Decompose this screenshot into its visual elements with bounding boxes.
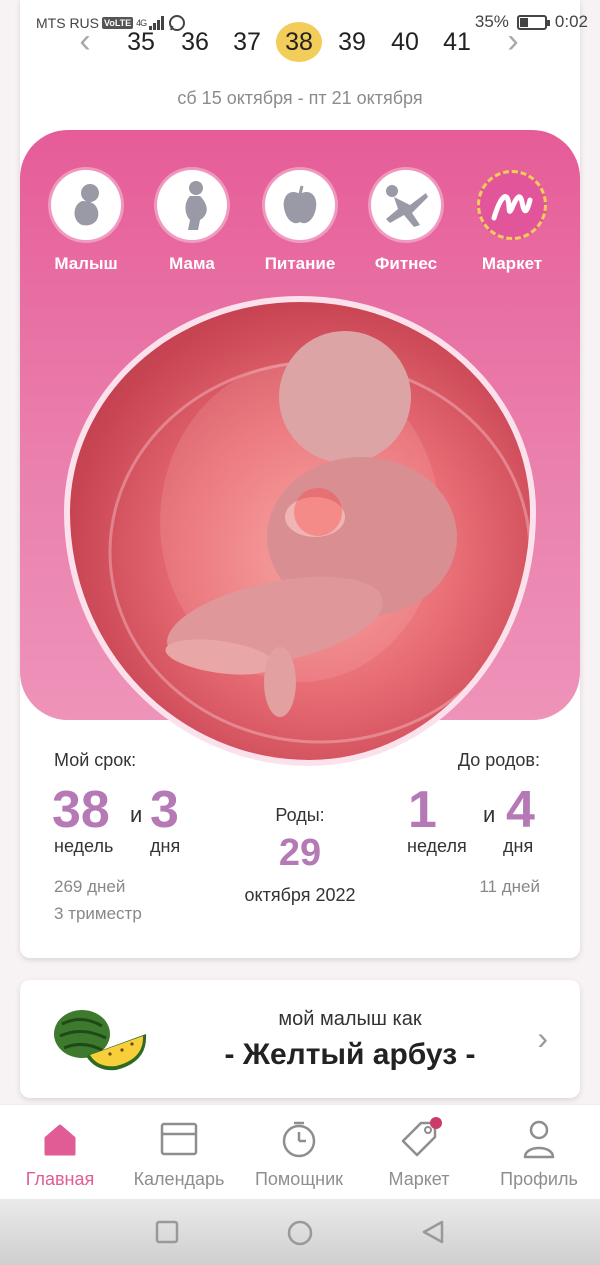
person-icon bbox=[523, 1120, 555, 1159]
tab-label: Главная bbox=[25, 1169, 95, 1189]
network-type: 4G bbox=[136, 18, 147, 28]
clock: 0:02 bbox=[554, 12, 588, 31]
tab-label: Маркет bbox=[388, 1169, 450, 1189]
weeks-unit: недель bbox=[54, 836, 114, 856]
whatsapp-icon bbox=[169, 15, 186, 31]
calendar-icon bbox=[160, 1122, 198, 1156]
fetus-drawing bbox=[108, 331, 530, 744]
left-weeks-value: 1 bbox=[408, 781, 437, 839]
births-month-year: октября 2022 bbox=[244, 885, 356, 905]
tab-icon-wrap bbox=[359, 1117, 479, 1159]
births-day: 29 bbox=[278, 832, 322, 874]
left-days-value: 4 bbox=[506, 781, 535, 839]
battery-icon bbox=[516, 14, 550, 30]
category-circle bbox=[265, 170, 335, 240]
apple-icon bbox=[283, 185, 317, 224]
bottom-navigation: Главная Календарь Помощник Маркет Профил… bbox=[0, 1104, 600, 1199]
tab-calendar[interactable]: Календарь bbox=[119, 1119, 239, 1190]
baby-compare-prefix: мой малыш как bbox=[278, 1008, 422, 1030]
category-label: Питание bbox=[264, 254, 336, 273]
category-label: Фитнес bbox=[374, 254, 438, 273]
tab-profile[interactable]: Профиль bbox=[479, 1119, 599, 1190]
pregnancy-card: ‹ 35 36 37 38 39 40 41 › сб 15 октября -… bbox=[20, 0, 580, 958]
category-market[interactable]: Маркет bbox=[462, 170, 562, 274]
births-label: Роды: bbox=[275, 805, 325, 825]
category-nutrition[interactable]: Питание bbox=[250, 170, 350, 274]
category-circle bbox=[371, 170, 441, 240]
total-days: 269 дней bbox=[54, 877, 126, 896]
home-button-icon[interactable] bbox=[286, 1219, 314, 1247]
baby-icon bbox=[74, 184, 99, 226]
tab-icon-wrap bbox=[119, 1119, 239, 1159]
status-bar: MTS RUS VoLTE 4G 35% 0:02 bbox=[0, 0, 600, 44]
tab-market[interactable]: Маркет bbox=[359, 1117, 479, 1190]
volte-badge: VoLTE bbox=[102, 17, 134, 29]
tab-label: Помощник bbox=[254, 1169, 343, 1189]
trimester: 3 триместр bbox=[54, 904, 142, 923]
timer-icon bbox=[282, 1121, 316, 1158]
baby-size-card[interactable]: мой малыш как - Желтый арбуз - › bbox=[20, 980, 580, 1098]
my-term-label: Мой срок: bbox=[54, 750, 137, 770]
system-navigation-bar bbox=[0, 1199, 600, 1265]
tab-icon-wrap bbox=[479, 1119, 599, 1159]
left-total-days: 11 дней bbox=[479, 877, 540, 896]
category-fitness[interactable]: Фитнес bbox=[356, 170, 456, 274]
and-label: и bbox=[130, 802, 143, 827]
battery-fill bbox=[519, 17, 528, 27]
chevron-right-icon: › bbox=[537, 1020, 548, 1056]
and-label: и bbox=[483, 802, 496, 827]
recent-apps-icon[interactable] bbox=[154, 1219, 180, 1245]
notification-dot bbox=[430, 1117, 442, 1129]
tab-icon-wrap bbox=[239, 1119, 359, 1159]
back-button-icon[interactable] bbox=[420, 1219, 446, 1245]
week-date-range: сб 15 октября - пт 21 октября bbox=[177, 88, 423, 108]
category-circle bbox=[477, 170, 547, 240]
left-weeks-unit: неделя bbox=[407, 836, 467, 856]
tab-home[interactable]: Главная bbox=[0, 1119, 120, 1190]
category-label: Малыш bbox=[54, 254, 118, 273]
tab-label: Календарь bbox=[133, 1169, 225, 1189]
category-label: Маркет bbox=[481, 254, 543, 273]
status-left: MTS RUS VoLTE 4G bbox=[36, 14, 186, 32]
until-birth-label: До родов: bbox=[457, 750, 540, 770]
home-icon bbox=[44, 1124, 76, 1156]
battery-percent: 35% bbox=[474, 12, 509, 31]
category-baby[interactable]: Малыш bbox=[36, 170, 136, 274]
yellow-watermelon-icon bbox=[54, 1010, 147, 1071]
market-logo-icon bbox=[491, 194, 533, 221]
carrier-name: MTS RUS bbox=[36, 15, 99, 31]
days-unit: дня bbox=[150, 836, 181, 856]
signal-icon bbox=[149, 16, 165, 30]
baby-compare-fruit: - Желтый арбуз - bbox=[224, 1038, 476, 1071]
category-label: Мама bbox=[169, 254, 215, 273]
tab-icon-wrap bbox=[0, 1119, 120, 1159]
category-circle bbox=[51, 170, 121, 240]
category-mama[interactable]: Мама bbox=[142, 170, 242, 274]
tab-label: Профиль bbox=[500, 1169, 578, 1189]
days-value: 3 bbox=[150, 781, 179, 839]
status-right: 35% 0:02 bbox=[475, 12, 588, 32]
tab-assistant[interactable]: Помощник bbox=[239, 1119, 359, 1190]
left-days-unit: дня bbox=[503, 836, 534, 856]
pregnant-mother-icon bbox=[185, 181, 207, 230]
weeks-value: 38 bbox=[52, 781, 110, 839]
category-circle bbox=[157, 170, 227, 240]
yoga-icon bbox=[386, 185, 428, 227]
